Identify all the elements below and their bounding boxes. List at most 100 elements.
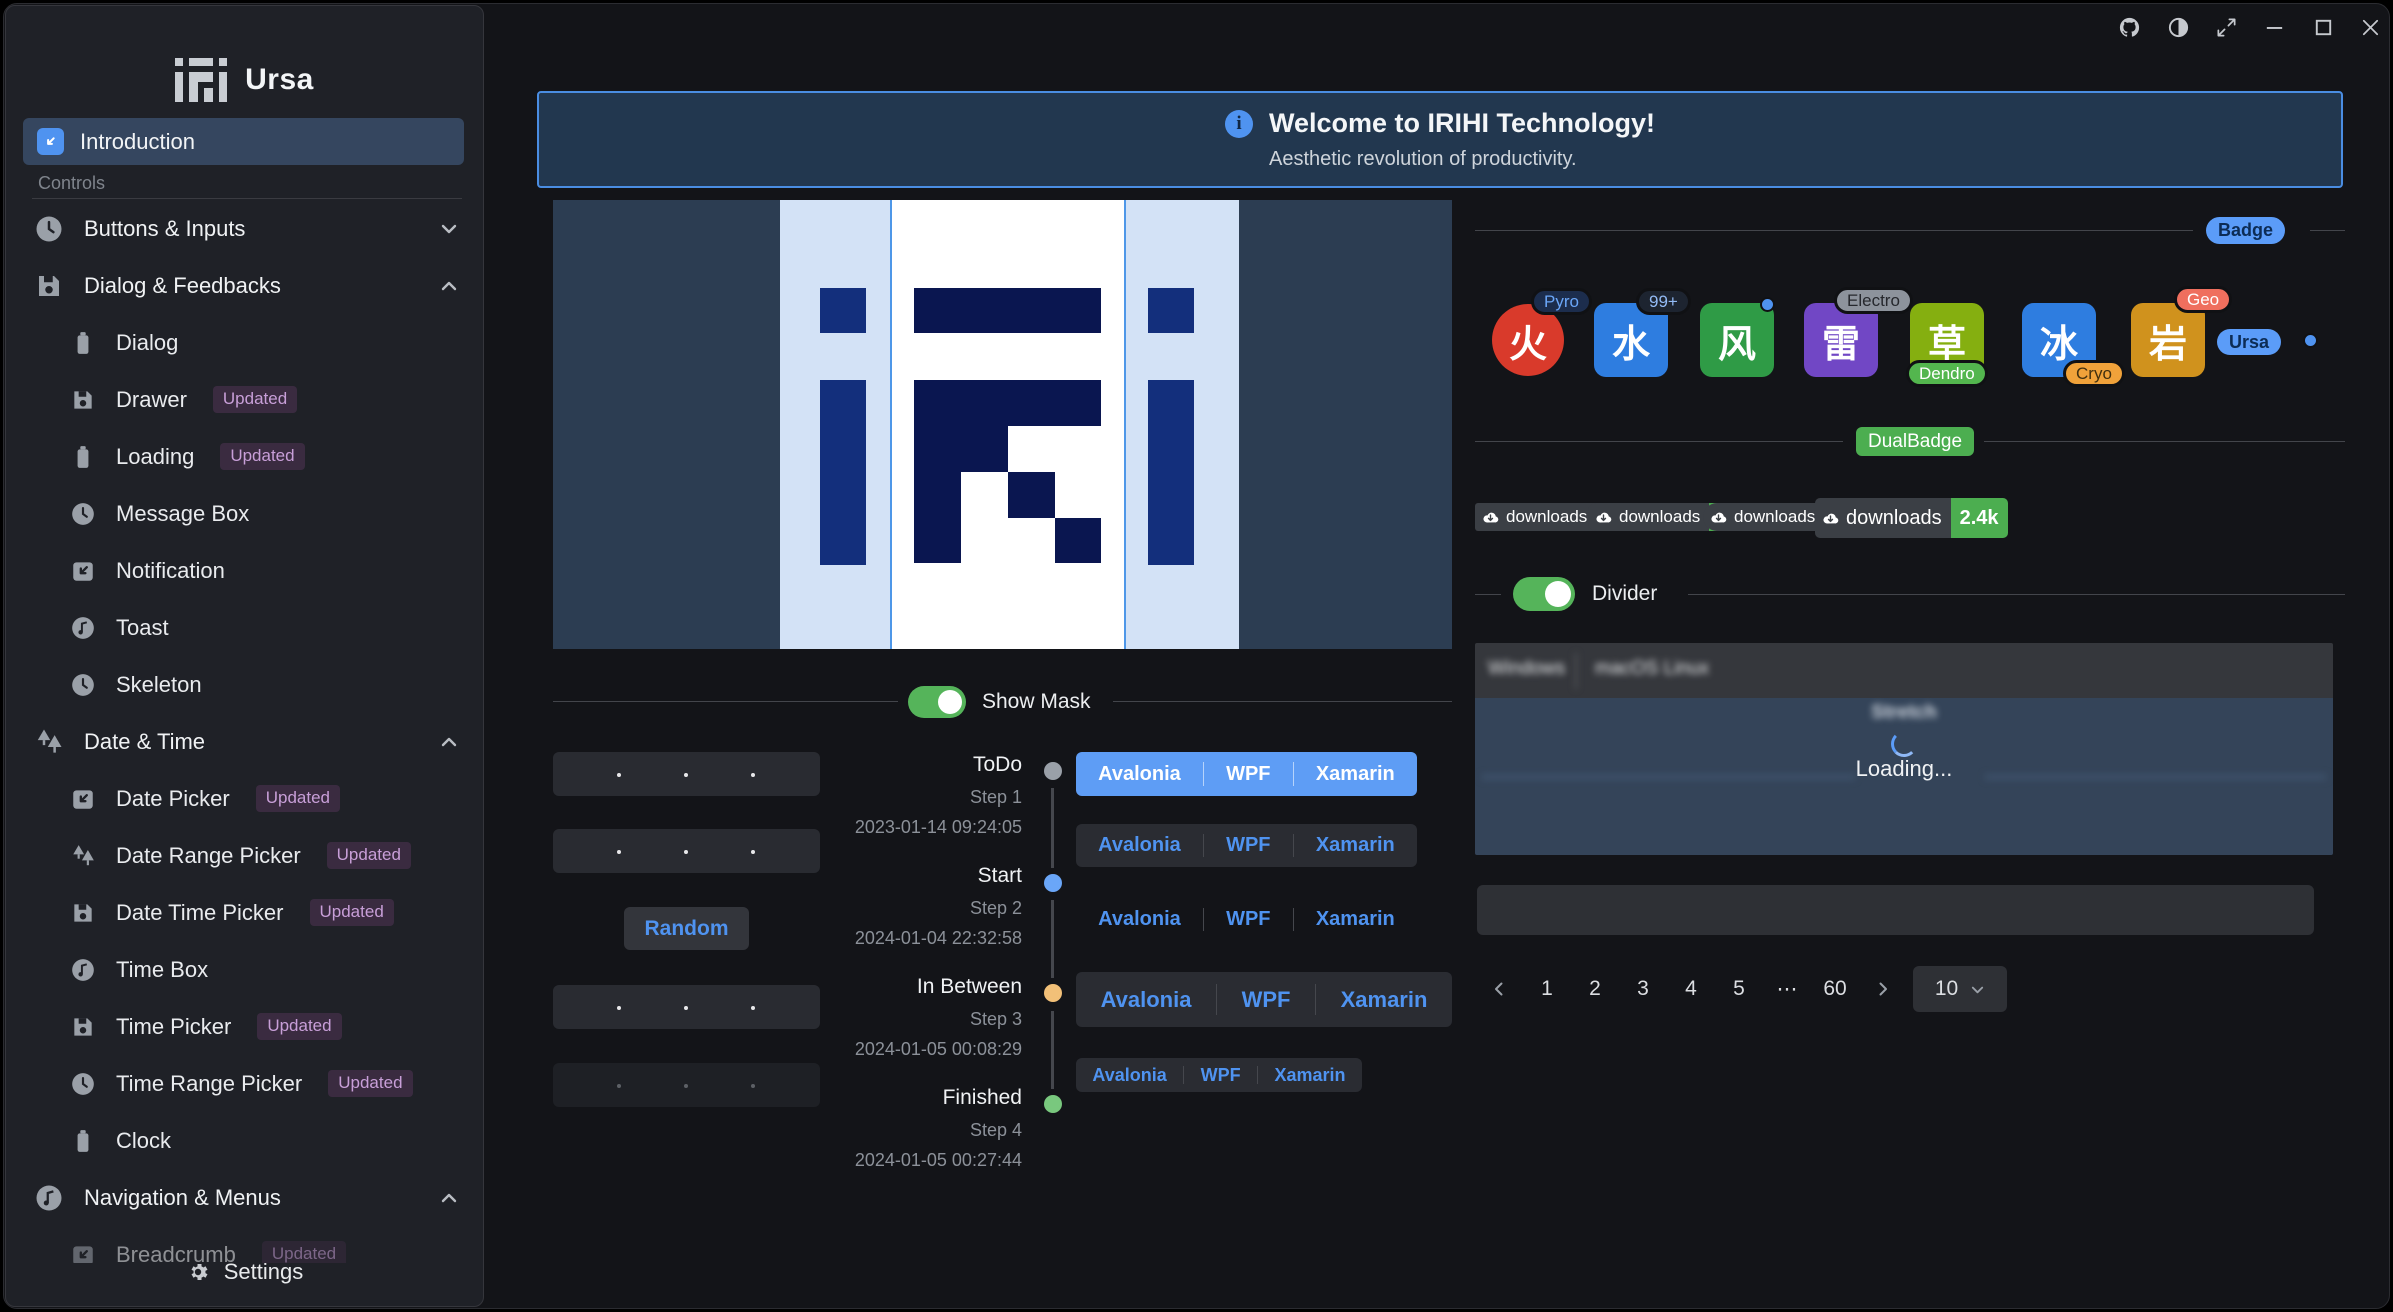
show-mask-toggle[interactable] xyxy=(908,686,966,718)
sidebar-item-time-picker[interactable]: Time PickerUpdated xyxy=(6,998,483,1055)
page-button-3[interactable]: 3 xyxy=(1624,966,1662,1012)
page-size-value: 10 xyxy=(1935,977,1958,1001)
maximize-button[interactable] xyxy=(2305,9,2341,45)
tab-macos-linux[interactable]: macOS Linux xyxy=(1595,658,1709,680)
github-button[interactable] xyxy=(2111,9,2147,45)
badge-pill: Electro xyxy=(1834,287,1913,314)
page-button-4[interactable]: 4 xyxy=(1672,966,1710,1012)
sidebar-item-message-box[interactable]: Message Box xyxy=(6,485,483,542)
xamarin-button[interactable]: Xamarin xyxy=(1316,908,1395,931)
wpf-button[interactable]: WPF xyxy=(1226,908,1270,931)
empty-textbox[interactable] xyxy=(1477,885,2314,935)
platform-button-group: Avalonia WPF Xamarin xyxy=(1076,898,1417,941)
sidebar-divider xyxy=(32,198,462,199)
wpf-button[interactable]: WPF xyxy=(1242,987,1291,1013)
cloud-download-icon xyxy=(1822,510,1839,527)
page-button-last[interactable]: 60 xyxy=(1816,966,1854,1012)
group-separator xyxy=(1216,984,1217,1014)
step-name: Start xyxy=(820,864,1022,888)
minimize-button[interactable] xyxy=(2256,9,2292,45)
close-button[interactable] xyxy=(2352,9,2388,45)
xamarin-button[interactable]: Xamarin xyxy=(1316,763,1395,786)
sidebar-item-drawer[interactable]: DrawerUpdated xyxy=(6,371,483,428)
step-time: 2024-01-05 00:08:29 xyxy=(770,1039,1022,1060)
page-size-dropdown[interactable]: 10 xyxy=(1913,966,2007,1012)
sidebar-item-introduction[interactable]: Introduction xyxy=(23,118,464,165)
wpf-button[interactable]: WPF xyxy=(1226,834,1270,857)
sidebar-item-date-range-picker[interactable]: Date Range PickerUpdated xyxy=(6,827,483,884)
sidebar: Ursa Introduction Controls Buttons & Inp… xyxy=(5,5,484,1307)
sidebar-item-skeleton[interactable]: Skeleton xyxy=(6,656,483,713)
step-indicator-dot xyxy=(1044,984,1062,1002)
step-label: Step 1 xyxy=(770,787,1022,808)
group-separator xyxy=(1203,762,1204,786)
divider-line xyxy=(1688,594,2345,595)
divider-label: Divider xyxy=(1592,582,1657,606)
sidebar-item-clock[interactable]: Clock xyxy=(6,1112,483,1169)
avalonia-button[interactable]: Avalonia xyxy=(1101,987,1192,1013)
avalonia-button[interactable]: Avalonia xyxy=(1098,834,1181,857)
sidebar-item-time-range-picker[interactable]: Time Range PickerUpdated xyxy=(6,1055,483,1112)
wpf-button[interactable]: WPF xyxy=(1226,763,1270,786)
step-name: ToDo xyxy=(820,753,1022,777)
floppy-icon xyxy=(34,271,64,301)
badge-pill: Cryo xyxy=(2063,360,2125,387)
prev-page-button[interactable] xyxy=(1480,966,1518,1012)
sidebar-item-toast[interactable]: Toast xyxy=(6,599,483,656)
sidebar-item-dialog-feedbacks[interactable]: Dialog & Feedbacks xyxy=(6,257,483,314)
battery-icon xyxy=(70,1128,96,1154)
xamarin-button[interactable]: Xamarin xyxy=(1316,834,1395,857)
divider-line xyxy=(1984,441,2345,442)
group-separator xyxy=(1183,1066,1184,1085)
page-button-2[interactable]: 2 xyxy=(1576,966,1614,1012)
avalonia-button[interactable]: Avalonia xyxy=(1098,908,1181,931)
wpf-button[interactable]: WPF xyxy=(1201,1065,1241,1086)
dot-badge xyxy=(2303,333,2318,348)
divider-line xyxy=(1475,230,2193,231)
sidebar-item-label: Message Box xyxy=(116,501,249,527)
group-separator xyxy=(1293,834,1294,858)
dot-badge xyxy=(1760,297,1775,312)
settings-button[interactable]: Settings xyxy=(6,1246,483,1298)
step-label: Step 2 xyxy=(770,898,1022,919)
avalonia-button[interactable]: Avalonia xyxy=(1098,763,1181,786)
step-label: Step 3 xyxy=(770,1009,1022,1030)
page-button-5[interactable]: 5 xyxy=(1720,966,1758,1012)
updated-badge: Updated xyxy=(310,899,394,926)
theme-toggle-button[interactable] xyxy=(2160,9,2196,45)
divider-toggle[interactable] xyxy=(1513,577,1575,611)
next-page-button[interactable] xyxy=(1864,966,1902,1012)
sidebar-item-buttons-inputs[interactable]: Buttons & Inputs xyxy=(6,200,483,257)
note-icon xyxy=(70,957,96,983)
sidebar-section-label: Controls xyxy=(38,173,105,194)
group-separator xyxy=(1293,908,1294,932)
divider-line xyxy=(1475,594,1501,595)
sidebar-item-time-box[interactable]: Time Box xyxy=(6,941,483,998)
sidebar-item-navigation-menus[interactable]: Navigation & Menus xyxy=(6,1169,483,1226)
dualbadge-section-pill: DualBadge xyxy=(1856,427,1974,456)
sidebar-item-loading[interactable]: LoadingUpdated xyxy=(6,428,483,485)
sidebar-item-date-time[interactable]: Date & Time xyxy=(6,713,483,770)
platform-button-group: Avalonia WPF Xamarin xyxy=(1076,1058,1362,1092)
minimize-icon xyxy=(2263,16,2286,39)
sidebar-item-date-time-picker[interactable]: Date Time PickerUpdated xyxy=(6,884,483,941)
tab-windows[interactable]: Windows xyxy=(1488,658,1565,680)
chevron-down-icon xyxy=(439,219,459,239)
sidebar-item-label: Toast xyxy=(116,615,169,641)
xamarin-button[interactable]: Xamarin xyxy=(1341,987,1428,1013)
sidebar-item-label: Introduction xyxy=(80,129,195,155)
sidebar-item-dialog[interactable]: Dialog xyxy=(6,314,483,371)
page-button-1[interactable]: 1 xyxy=(1528,966,1566,1012)
show-mask-label: Show Mask xyxy=(982,690,1091,714)
xamarin-button[interactable]: Xamarin xyxy=(1274,1065,1345,1086)
fullscreen-button[interactable] xyxy=(2208,9,2244,45)
loading-mask-panel: Windows macOS Linux Stretch Loading... xyxy=(1475,643,2333,855)
random-button[interactable]: Random xyxy=(624,907,749,950)
step-name: Finished xyxy=(820,1086,1022,1110)
ellipsis-pages[interactable]: ⋯ xyxy=(1768,966,1806,1012)
badge-pill: Geo xyxy=(2174,286,2232,313)
element-avatar: 岩 xyxy=(2131,303,2205,377)
sidebar-item-notification[interactable]: Notification xyxy=(6,542,483,599)
sidebar-item-date-picker[interactable]: Date PickerUpdated xyxy=(6,770,483,827)
avalonia-button[interactable]: Avalonia xyxy=(1092,1065,1166,1086)
